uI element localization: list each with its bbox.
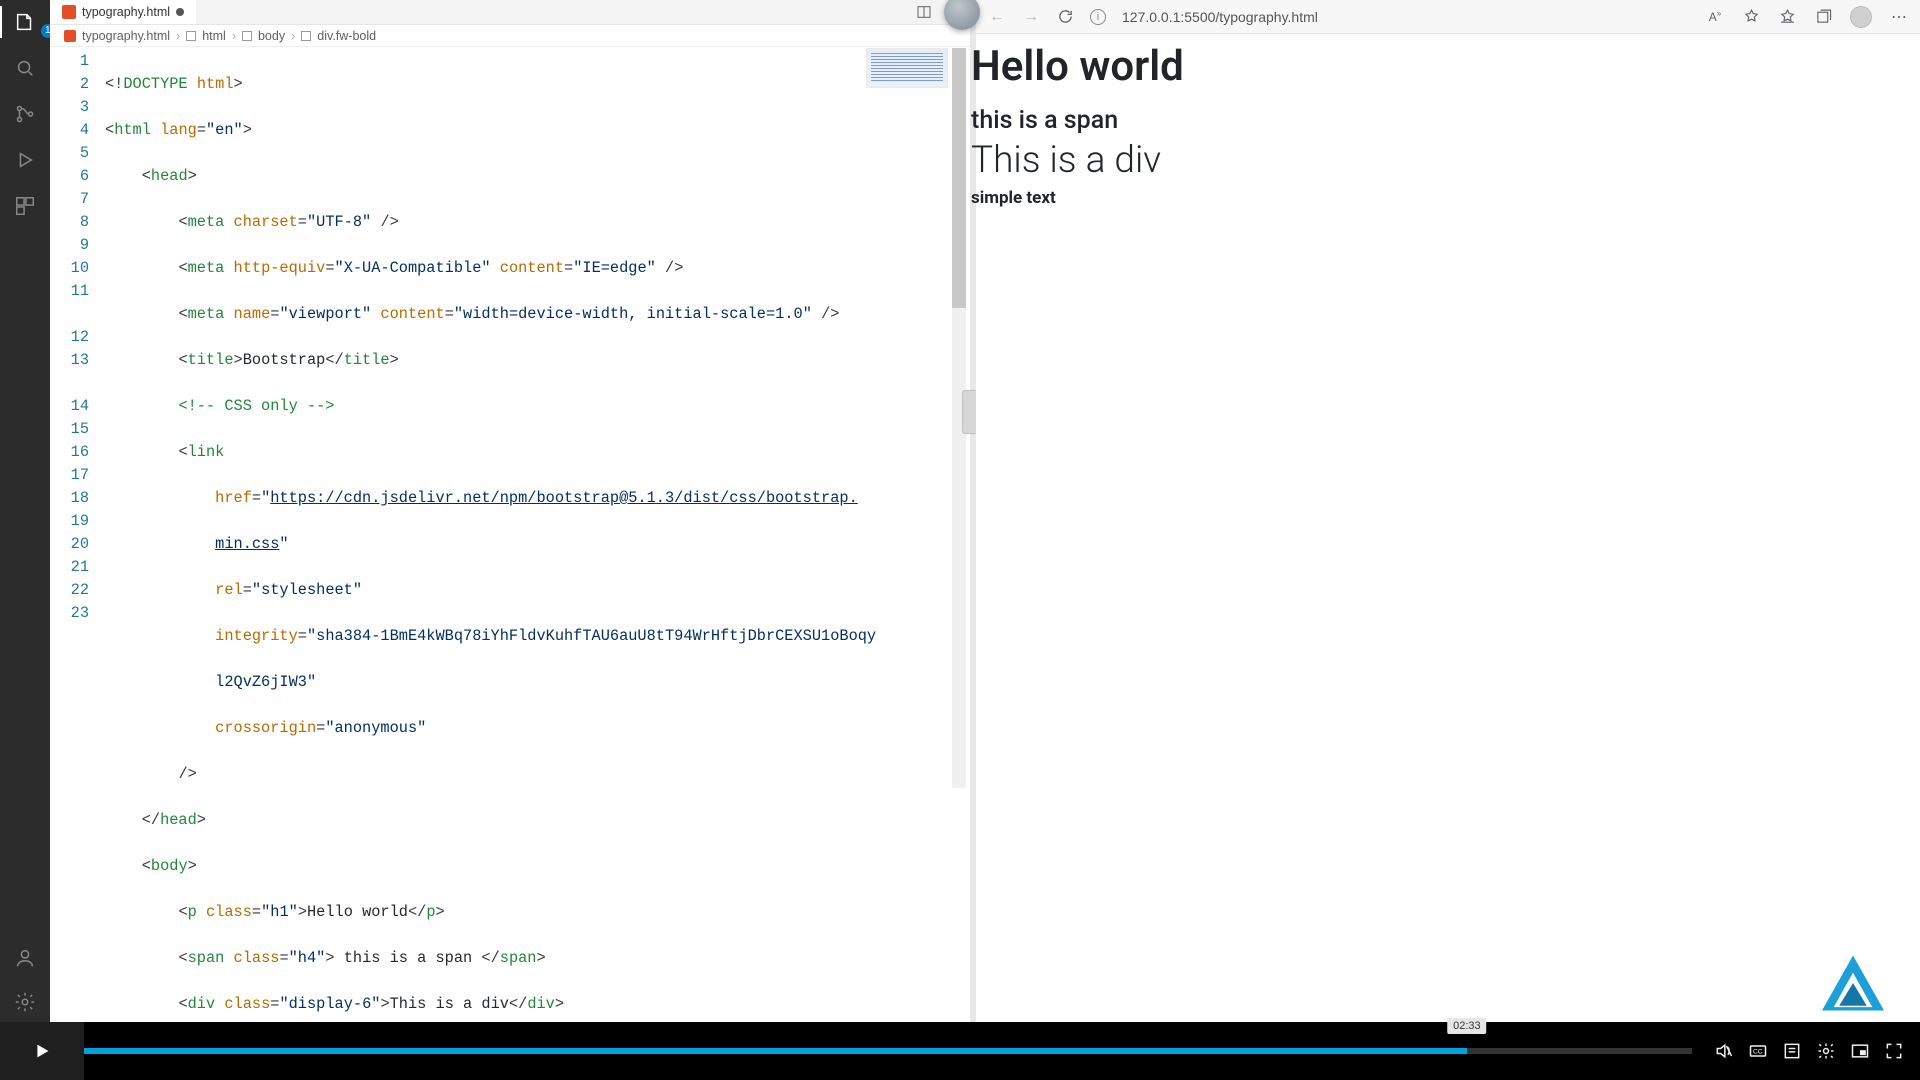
editor-pane: typography.html ⋯ typography.html › html… bbox=[50, 0, 970, 1080]
crumb-div[interactable]: div.fw-bold bbox=[317, 29, 376, 43]
account-icon[interactable] bbox=[13, 946, 37, 970]
play-button[interactable] bbox=[0, 1022, 84, 1080]
video-player-bar: 02:33 CC bbox=[0, 1022, 1920, 1080]
chevron-right-icon: › bbox=[291, 29, 295, 43]
rendered-page: Hello world this is a span This is a div… bbox=[971, 34, 1920, 208]
split-editor-icon[interactable] bbox=[916, 4, 932, 21]
browser-pane: ← → i 127.0.0.1:5500/typography.html A» … bbox=[976, 0, 1920, 1022]
progress-bar[interactable]: 02:33 bbox=[84, 1022, 1692, 1080]
crumb-body[interactable]: body bbox=[258, 29, 285, 43]
chevron-right-icon: › bbox=[176, 29, 180, 43]
time-tooltip: 02:33 bbox=[1447, 1018, 1487, 1034]
site-info-icon[interactable]: i bbox=[1090, 9, 1106, 25]
line-gutter: 1234567891011121314151617181920212223 bbox=[50, 47, 105, 1080]
profile-avatar[interactable] bbox=[1850, 6, 1872, 28]
read-aloud-icon[interactable]: A» bbox=[1706, 8, 1724, 26]
progress-fill bbox=[84, 1048, 1467, 1054]
editor-tabbar: typography.html ⋯ bbox=[50, 0, 970, 25]
page-fwbold-text: simple text bbox=[971, 188, 1920, 208]
minimap[interactable] bbox=[866, 48, 948, 88]
browser-menu-icon[interactable]: ⋯ bbox=[1890, 8, 1908, 26]
tab-typography[interactable]: typography.html bbox=[50, 0, 196, 24]
crumb-html[interactable]: html bbox=[202, 29, 226, 43]
html5-icon bbox=[62, 5, 76, 19]
add-favorite-icon[interactable] bbox=[1742, 8, 1760, 26]
settings-icon[interactable] bbox=[1816, 1041, 1836, 1061]
address-bar[interactable]: 127.0.0.1:5500/typography.html bbox=[1122, 9, 1318, 25]
activity-bar: 1 bbox=[0, 0, 50, 1080]
tab-filename: typography.html bbox=[82, 5, 170, 19]
reload-icon[interactable] bbox=[1056, 8, 1074, 26]
activity-bar-bottom bbox=[0, 924, 50, 1022]
volume-icon[interactable] bbox=[1714, 1041, 1734, 1061]
scrollbar-thumb[interactable] bbox=[952, 48, 966, 308]
browser-toolbar: ← → i 127.0.0.1:5500/typography.html A» … bbox=[976, 0, 1920, 34]
settings-gear-icon[interactable] bbox=[13, 990, 37, 1014]
run-debug-icon[interactable] bbox=[13, 148, 37, 172]
element-icon bbox=[242, 31, 252, 41]
transcript-icon[interactable] bbox=[1782, 1041, 1802, 1061]
extensions-icon[interactable] bbox=[13, 194, 37, 218]
chevron-right-icon: › bbox=[232, 29, 236, 43]
collections-icon[interactable] bbox=[1814, 8, 1832, 26]
favorites-icon[interactable] bbox=[1778, 8, 1796, 26]
breadcrumbs[interactable]: typography.html › html › body › div.fw-b… bbox=[50, 25, 970, 47]
crumb-file[interactable]: typography.html bbox=[82, 29, 170, 43]
back-icon[interactable]: ← bbox=[988, 8, 1006, 26]
source-control-icon[interactable] bbox=[13, 102, 37, 126]
element-icon bbox=[301, 31, 311, 41]
page-h1-text: Hello world bbox=[971, 42, 1920, 92]
explorer-icon[interactable]: 1 bbox=[13, 10, 37, 34]
code-text[interactable]: <!DOCTYPE html> <html lang="en"> <head> … bbox=[105, 47, 876, 1080]
page-h4-text: this is a span bbox=[971, 106, 1920, 135]
element-icon bbox=[186, 31, 196, 41]
html5-icon bbox=[64, 30, 76, 42]
captions-icon[interactable]: CC bbox=[1748, 1041, 1768, 1061]
brand-logo-icon bbox=[1818, 952, 1888, 1014]
search-icon[interactable] bbox=[13, 56, 37, 80]
forward-icon[interactable]: → bbox=[1022, 8, 1040, 26]
pip-icon[interactable] bbox=[1850, 1041, 1870, 1061]
fullscreen-icon[interactable] bbox=[1884, 1041, 1904, 1061]
svg-text:CC: CC bbox=[1753, 1049, 1763, 1056]
player-controls-right: CC bbox=[1692, 1041, 1920, 1061]
page-display6-text: This is a div bbox=[971, 139, 1920, 182]
tab-modified-dot-icon bbox=[176, 8, 184, 16]
code-area[interactable]: 1234567891011121314151617181920212223 <!… bbox=[50, 47, 970, 1080]
